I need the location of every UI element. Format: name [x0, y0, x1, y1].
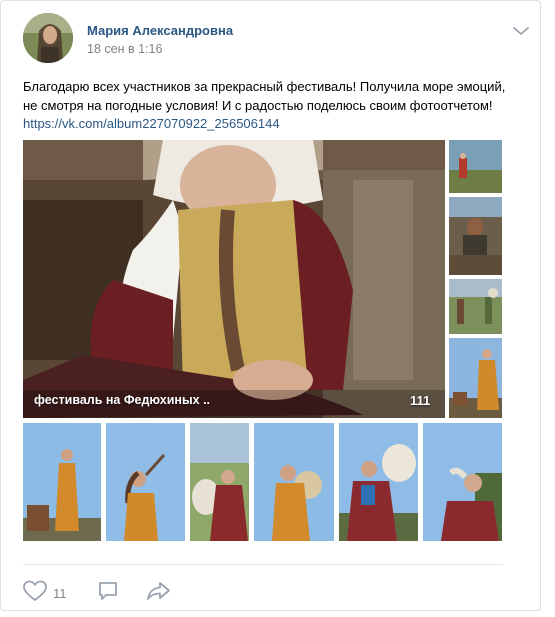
album-caption[interactable]: фестиваль на Федюхиных ..	[34, 393, 210, 407]
post-card: Мария Александровна 18 сен в 1:16 Благод…	[0, 0, 541, 611]
avatar[interactable]	[23, 13, 73, 63]
album-thumbnail[interactable]	[449, 140, 502, 193]
album-thumbnail[interactable]	[190, 423, 249, 541]
album-thumbnail[interactable]	[23, 423, 101, 541]
post-date[interactable]: 18 сен в 1:16	[87, 42, 162, 56]
heart-icon	[23, 580, 47, 607]
album-thumbnail[interactable]	[449, 338, 502, 418]
album-photo-count: 111	[410, 393, 431, 408]
album-thumbnail[interactable]	[423, 423, 502, 541]
divider	[23, 564, 503, 565]
album-thumbnail[interactable]	[449, 279, 502, 334]
share-button[interactable]	[146, 580, 172, 607]
album-cover-photo[interactable]	[23, 140, 445, 418]
album-thumbnail[interactable]	[449, 197, 502, 275]
comment-button[interactable]	[97, 580, 119, 607]
chevron-down-icon[interactable]	[510, 23, 532, 39]
comment-icon	[97, 580, 119, 607]
like-count: 11	[53, 586, 67, 601]
album-thumbnail[interactable]	[339, 423, 418, 541]
post-text: Благодарю всех участников за прекрасный …	[23, 79, 506, 113]
album-thumbnail[interactable]	[254, 423, 334, 541]
album-link[interactable]: https://vk.com/album227070922_256506144	[23, 116, 280, 131]
like-button[interactable]: 11	[23, 580, 67, 607]
share-icon	[146, 580, 172, 607]
album-thumbnail[interactable]	[106, 423, 185, 541]
author-name[interactable]: Мария Александровна	[87, 23, 233, 38]
